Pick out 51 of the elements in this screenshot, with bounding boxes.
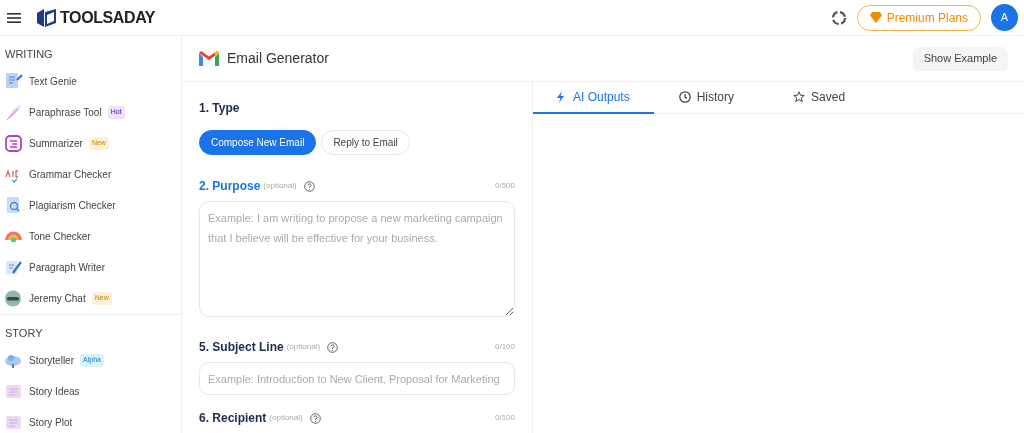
- field-label: 6. Recipient: [199, 410, 267, 427]
- page-title: Email Generator: [227, 49, 329, 68]
- optional-hint: (optional): [263, 180, 297, 192]
- sidebar-item[interactable]: Tone Checker: [29, 229, 91, 244]
- sidebar-item[interactable]: Summarizer: [29, 136, 83, 151]
- section-heading: STORY: [4, 326, 44, 339]
- character-count: 0/100: [494, 412, 515, 424]
- field-label: 5. Subject Line: [199, 339, 284, 356]
- section-label: 1. Type: [199, 100, 241, 117]
- sidebar-item[interactable]: Plagiarism Checker: [29, 198, 116, 213]
- optional-hint: (optional): [286, 341, 321, 353]
- sidebar-item[interactable]: Text Genie: [29, 74, 77, 89]
- section-heading: WRITING: [4, 47, 54, 60]
- gauge-icon: [4, 231, 23, 242]
- avatar[interactable]: A: [991, 4, 1018, 31]
- sidebar-item[interactable]: Story Plot: [29, 415, 73, 430]
- help-icon[interactable]: [303, 180, 315, 192]
- sidebar-item[interactable]: Storyteller: [29, 353, 74, 368]
- feather-icon: [4, 103, 23, 122]
- clock-icon: [678, 91, 691, 103]
- sidebar-item[interactable]: Story Ideas: [29, 384, 80, 399]
- sidebar-item[interactable]: Paragraph Writer: [29, 260, 105, 275]
- optional-hint: (optional): [269, 412, 303, 424]
- document-pen-icon: [4, 72, 23, 91]
- list-icon: [4, 134, 23, 153]
- logo-icon: [37, 8, 56, 27]
- type-option-button[interactable]: Compose New Email: [199, 130, 317, 155]
- character-count: 0/100: [494, 341, 515, 353]
- brand-name: TOOLSADAY: [60, 7, 156, 28]
- menu-icon[interactable]: [7, 11, 21, 24]
- sidebar-item[interactable]: Paraphrase Tool: [29, 105, 102, 120]
- diamond-icon: [869, 12, 882, 23]
- type-option-button[interactable]: Reply to Email: [321, 130, 410, 155]
- help-icon[interactable]: [309, 412, 321, 424]
- character-count: 0/500: [494, 180, 515, 192]
- sidebar-item[interactable]: Jeremy Chat: [29, 291, 86, 306]
- book-icon: [4, 382, 23, 401]
- field-label: 2. Purpose: [199, 178, 261, 195]
- sidebar-item[interactable]: Grammar Checker: [29, 167, 112, 182]
- show-example-button[interactable]: Show Example: [912, 46, 1008, 71]
- bolt-icon: [555, 91, 567, 103]
- output-tab[interactable]: History: [653, 82, 760, 114]
- loading-icon: [830, 9, 847, 26]
- subject-field[interactable]: Example: Introduction to New Client, Proposal for Marketing: [199, 362, 515, 395]
- mail-logo-icon: [199, 51, 219, 66]
- output-tab[interactable]: Saved: [759, 82, 880, 114]
- book-icon: [4, 413, 23, 432]
- paper-pen-icon: [4, 258, 23, 277]
- help-icon[interactable]: [327, 341, 339, 353]
- output-tab[interactable]: AI Outputs: [533, 82, 654, 114]
- star-icon: [793, 91, 806, 103]
